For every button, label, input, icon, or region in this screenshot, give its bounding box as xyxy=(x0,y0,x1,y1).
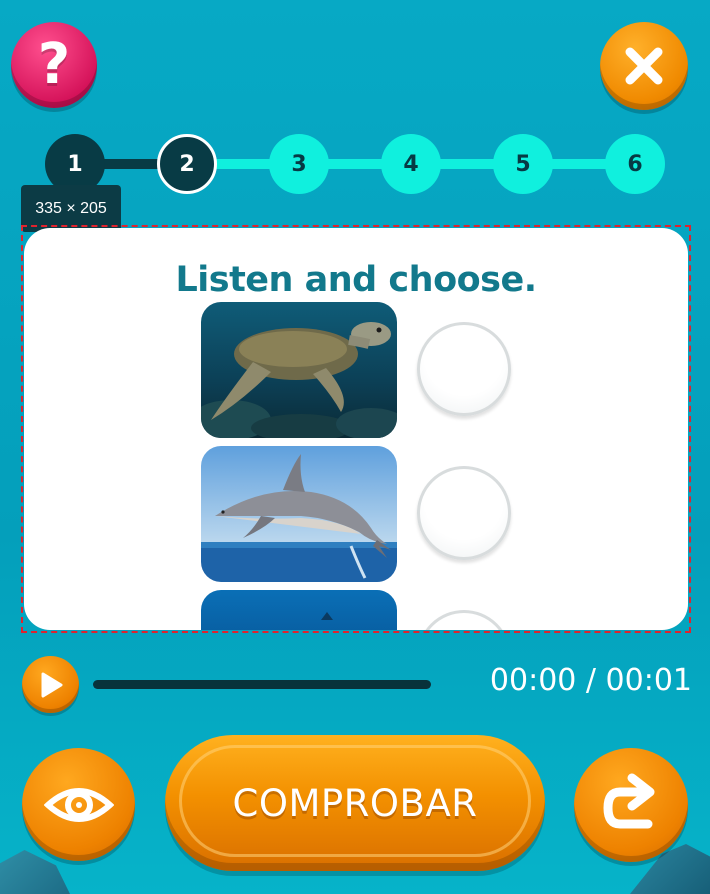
show-answer-button[interactable] xyxy=(22,748,135,861)
option-turtle[interactable] xyxy=(201,302,521,438)
redo-arrow-icon xyxy=(603,773,655,829)
close-button[interactable] xyxy=(600,22,688,110)
audio-progress-track[interactable] xyxy=(93,680,431,689)
play-button[interactable] xyxy=(22,656,79,713)
option-dolphin[interactable] xyxy=(201,446,521,582)
close-icon xyxy=(625,47,663,85)
question-title: Listen and choose. xyxy=(175,260,537,300)
radio-option-2[interactable] xyxy=(417,466,511,560)
question-icon: ? xyxy=(37,32,71,97)
step-3[interactable]: 3 xyxy=(269,134,329,194)
step-progress: 1 2 3 4 5 6 xyxy=(45,134,665,194)
check-button-label: COMPROBAR xyxy=(232,781,478,825)
audio-time: 00:00 / 00:01 xyxy=(489,663,692,698)
radio-option-1[interactable] xyxy=(417,322,511,416)
question-card: Listen and choose. xyxy=(24,228,688,630)
radio-option-3[interactable] xyxy=(417,610,511,630)
option-third[interactable] xyxy=(201,590,521,630)
eye-icon xyxy=(43,787,114,822)
step-5[interactable]: 5 xyxy=(493,134,553,194)
step-4[interactable]: 4 xyxy=(381,134,441,194)
dolphin-image xyxy=(201,446,397,582)
turtle-image xyxy=(201,302,397,438)
check-button[interactable]: COMPROBAR xyxy=(165,735,545,871)
step-2[interactable]: 2 xyxy=(157,134,217,194)
step-6[interactable]: 6 xyxy=(605,134,665,194)
play-icon xyxy=(41,672,62,697)
help-button[interactable]: ? xyxy=(11,22,97,108)
sea-image xyxy=(201,590,397,630)
next-button[interactable] xyxy=(574,748,688,862)
